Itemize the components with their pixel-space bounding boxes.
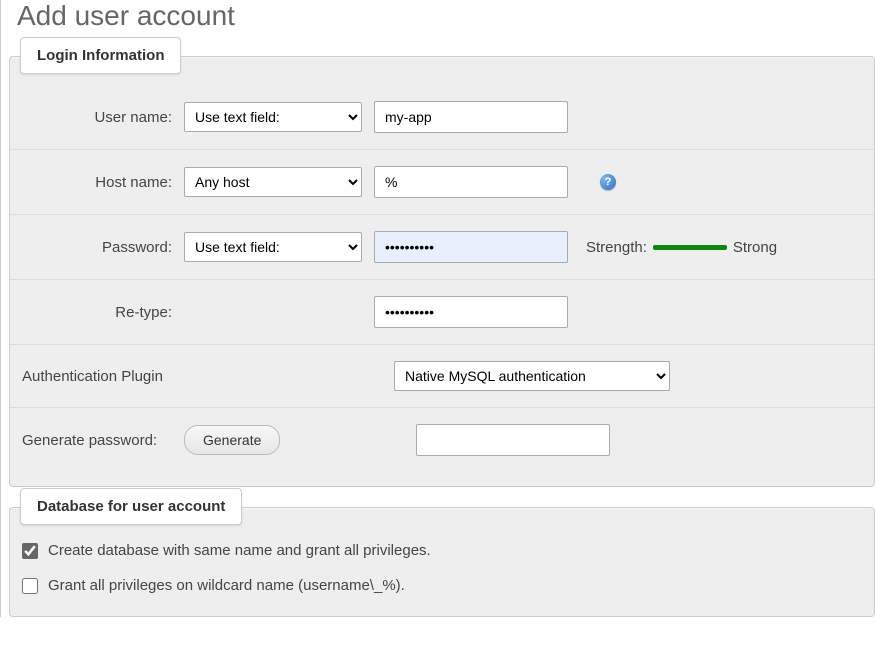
password-strength: Strength: Strong	[586, 239, 777, 256]
create-db-option: Create database with same name and grant…	[20, 536, 864, 565]
password-mode-select[interactable]: Use text field:	[184, 232, 362, 262]
database-for-user-legend: Database for user account	[20, 488, 242, 525]
password-row: Password: Use text field: Strength: Stro…	[10, 214, 874, 279]
help-icon[interactable]: ?	[600, 174, 616, 190]
wildcard-checkbox[interactable]	[22, 578, 38, 594]
hostname-label: Host name:	[14, 174, 184, 191]
password-input[interactable]	[374, 231, 568, 263]
auth-plugin-label: Authentication Plugin	[14, 368, 184, 385]
hostname-mode-select[interactable]: Any host	[184, 167, 362, 197]
retype-input[interactable]	[374, 296, 568, 328]
wildcard-label[interactable]: Grant all privileges on wildcard name (u…	[48, 577, 405, 594]
auth-plugin-row: Authentication Plugin Native MySQL authe…	[10, 344, 874, 407]
login-information-fieldset: Login Information User name: Use text fi…	[9, 56, 875, 487]
page-title: Add user account	[17, 0, 875, 32]
retype-label: Re-type:	[14, 304, 184, 321]
wildcard-option: Grant all privileges on wildcard name (u…	[20, 571, 864, 600]
login-information-legend: Login Information	[20, 37, 181, 74]
generate-password-row: Generate password: Generate	[10, 407, 874, 472]
username-row: User name: Use text field:	[10, 85, 874, 149]
strength-value: Strong	[733, 239, 777, 256]
hostname-row: Host name: Any host ?	[10, 149, 874, 214]
username-input[interactable]	[374, 101, 568, 133]
auth-plugin-select[interactable]: Native MySQL authentication	[394, 361, 670, 391]
retype-row: Re-type:	[10, 279, 874, 344]
generated-password-input[interactable]	[416, 424, 610, 456]
generate-button[interactable]: Generate	[184, 425, 280, 455]
database-for-user-fieldset: Database for user account Create databas…	[9, 507, 875, 617]
generate-password-label: Generate password:	[14, 432, 184, 449]
create-db-checkbox[interactable]	[22, 543, 38, 559]
username-mode-select[interactable]: Use text field:	[184, 102, 362, 132]
username-label: User name:	[14, 109, 184, 126]
hostname-input[interactable]	[374, 166, 568, 198]
create-db-label[interactable]: Create database with same name and grant…	[48, 542, 431, 559]
strength-bar	[653, 245, 727, 250]
password-label: Password:	[14, 239, 184, 256]
strength-label: Strength:	[586, 239, 647, 256]
